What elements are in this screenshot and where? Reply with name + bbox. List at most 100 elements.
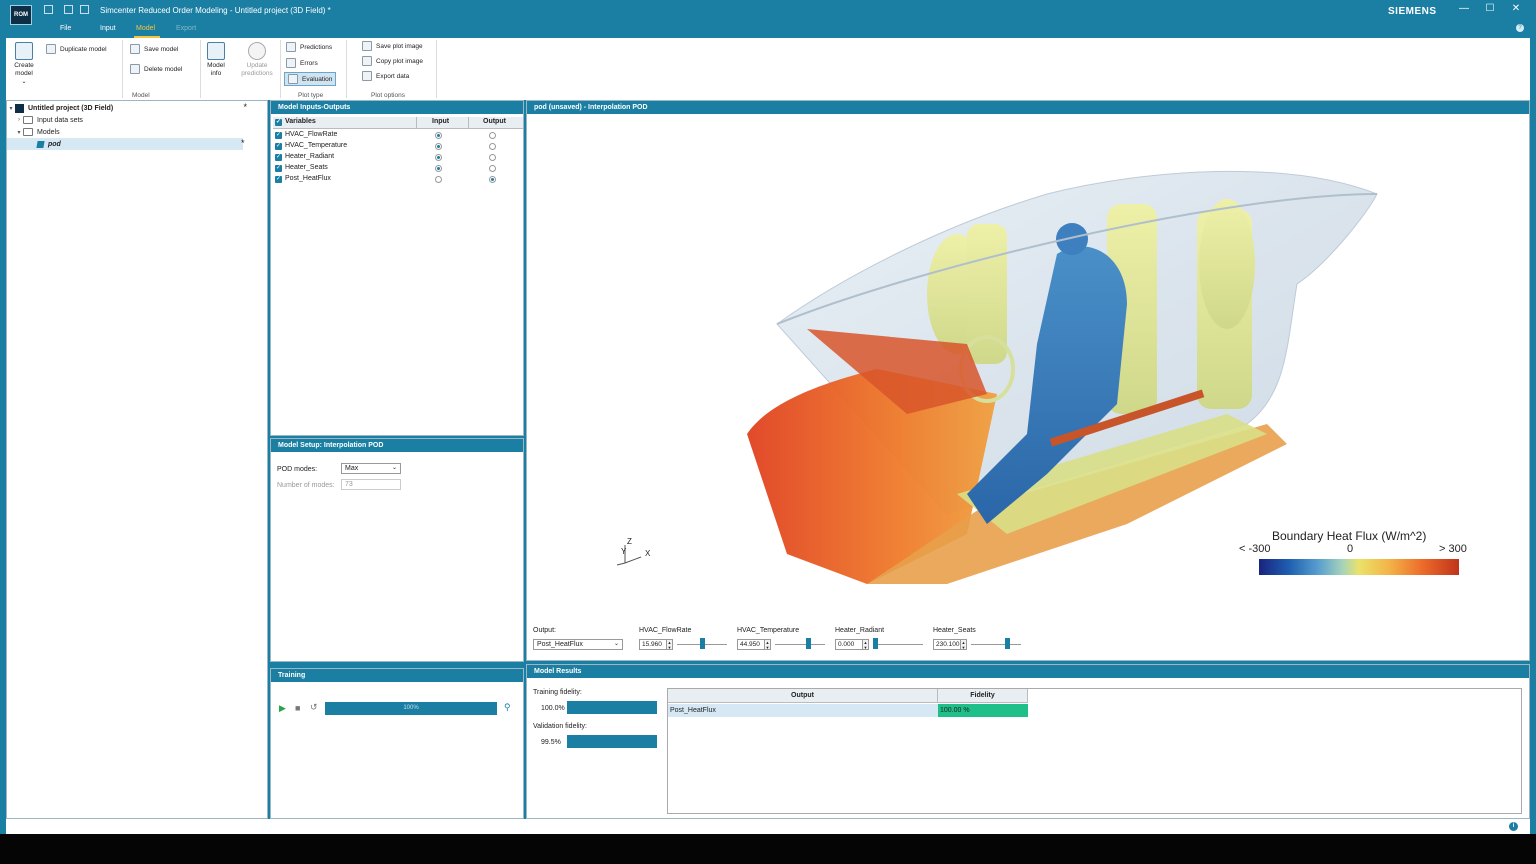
input-radio[interactable] [435, 176, 442, 183]
io-panel-header: Model Inputs-Outputs [271, 101, 523, 114]
tree-item-models[interactable]: ▾ Models [7, 126, 267, 138]
errors-button[interactable]: Errors [286, 58, 318, 68]
status-bar: i [6, 819, 1530, 834]
menu-export[interactable]: Export [176, 25, 196, 32]
hvac-temperature-input[interactable]: 44.950 [737, 639, 767, 650]
menu-model[interactable]: Model [136, 25, 155, 32]
pod-modes-select[interactable]: Max ⌄ [341, 463, 401, 474]
ribbon: Create model ⌄ Duplicate model Save mode… [6, 38, 1530, 100]
input-radio[interactable] [435, 143, 442, 150]
ribbon-separator [122, 40, 123, 98]
hvac-temperature-track [775, 644, 825, 645]
menu-file[interactable]: File [60, 25, 71, 32]
col-fidelity-header: Fidelity [938, 689, 1028, 703]
result-fidelity-cell[interactable]: 100.00 % [938, 704, 1028, 717]
table-row[interactable]: ✓ Heater_Radiant [273, 152, 523, 163]
input-radio[interactable] [435, 154, 442, 161]
hvac-temperature-slider[interactable] [805, 638, 811, 649]
expand-icon[interactable]: › [15, 117, 23, 123]
stop-icon[interactable]: ■ [295, 703, 300, 713]
duplicate-model-button[interactable]: Duplicate model [46, 44, 107, 54]
export-data-button[interactable]: Export data [362, 71, 409, 81]
output-radio[interactable] [489, 165, 496, 172]
heater-radiant-input[interactable]: 0.000 [835, 639, 865, 650]
table-row[interactable]: ✓ HVAC_Temperature [273, 141, 523, 152]
output-radio[interactable] [489, 154, 496, 161]
legend-min: < -300 [1239, 543, 1271, 555]
save-plot-image-button[interactable]: Save plot image [362, 41, 423, 51]
variable-checkbox[interactable]: ✓ [275, 176, 282, 183]
select-all-checkbox[interactable]: ✓ [275, 119, 282, 126]
info-icon[interactable]: i [1509, 822, 1518, 831]
output-select[interactable]: Post_HeatFlux ⌄ [533, 639, 623, 650]
evaluation-icon [288, 74, 298, 84]
trash-icon [130, 64, 140, 74]
heater-seats-spinner[interactable]: ▲ ▼ [960, 639, 967, 650]
export-data-label: Export data [376, 72, 410, 80]
hvac-flowrate-spinner[interactable]: ▲ ▼ [666, 639, 673, 650]
delete-model-button[interactable]: Delete model [130, 64, 182, 74]
variable-name: Heater_Radiant [285, 153, 335, 160]
hvac-flowrate-input[interactable]: 15.960 [639, 639, 669, 650]
window-title: Simcenter Reduced Order Modeling - Untit… [100, 6, 331, 15]
collapse-icon[interactable]: ▾ [15, 129, 23, 136]
copy-plot-image-button[interactable]: Copy plot image [362, 56, 423, 66]
reset-icon[interactable]: ↺ [310, 702, 318, 713]
plot-type-group-label: Plot type [298, 92, 324, 99]
create-model-button[interactable]: Create model ⌄ [10, 42, 38, 86]
play-icon[interactable]: ▶ [279, 703, 286, 714]
heater-radiant-slider[interactable] [873, 638, 878, 649]
num-modes-value: 73 [345, 481, 353, 488]
input-radio[interactable] [435, 132, 442, 139]
folder-icon [23, 128, 33, 136]
variable-checkbox[interactable]: ✓ [275, 154, 282, 161]
maximize-button[interactable]: ☐ [1484, 3, 1496, 15]
copy-icon [362, 56, 372, 66]
table-row[interactable]: ✓ Heater_Seats [273, 163, 523, 174]
heater-radiant-spinner[interactable]: ▲ ▼ [862, 639, 869, 650]
collapse-icon[interactable]: ▾ [7, 105, 15, 112]
input-radio[interactable] [435, 165, 442, 172]
create-model-dropdown-icon[interactable]: ⌄ [10, 78, 38, 86]
table-row[interactable]: ✓ HVAC_FlowRate [273, 130, 523, 141]
tree-item-project[interactable]: ▾ Untitled project (3D Field) * [7, 102, 267, 114]
output-radio[interactable] [489, 176, 496, 183]
duplicate-model-label: Duplicate model [60, 45, 107, 53]
variable-checkbox[interactable]: ✓ [275, 132, 282, 139]
app-logo: ROM [10, 5, 32, 25]
legend-mid: 0 [1347, 543, 1354, 555]
model-info-button[interactable]: Model info [204, 42, 228, 78]
hvac-flowrate-slider[interactable] [699, 638, 705, 649]
tree-item-pod[interactable]: pod [7, 138, 243, 150]
result-output-cell[interactable]: Post_HeatFlux [668, 704, 938, 717]
tree-item-input-data-sets[interactable]: › Input data sets [7, 114, 267, 126]
open-folder-icon[interactable] [64, 5, 73, 14]
table-row[interactable]: ✓ Post_HeatFlux [273, 174, 523, 185]
folder-icon [23, 116, 33, 124]
help-icon[interactable]: ? [1516, 24, 1524, 32]
variable-checkbox[interactable]: ✓ [275, 143, 282, 150]
new-file-icon[interactable] [44, 5, 53, 14]
modified-marker: * [243, 102, 247, 112]
save-icon[interactable] [80, 5, 89, 14]
ribbon-separator [200, 40, 201, 98]
copy-plot-image-label: Copy plot image [376, 57, 423, 65]
num-modes-input[interactable]: 73 [341, 479, 401, 490]
predictions-button[interactable]: Predictions [286, 42, 332, 52]
heater-seats-input[interactable]: 230.100 [933, 639, 963, 650]
col-output-header: Output [668, 689, 938, 703]
training-log-icon[interactable]: ⚲ [504, 702, 511, 713]
menu-input[interactable]: Input [100, 25, 116, 32]
title-bar: ROM Simcenter Reduced Order Modeling - U… [0, 0, 1536, 25]
update-predictions-button[interactable]: Update predictions [238, 42, 276, 78]
minimize-button[interactable]: — [1458, 3, 1470, 15]
output-radio[interactable] [489, 143, 496, 150]
save-model-button[interactable]: Save model [130, 44, 178, 54]
close-button[interactable]: ✕ [1510, 3, 1522, 15]
evaluation-button[interactable]: Evaluation [284, 72, 337, 86]
hvac-temperature-spinner[interactable]: ▲ ▼ [764, 639, 771, 650]
variable-checkbox[interactable]: ✓ [275, 165, 282, 172]
heater-seats-slider[interactable] [1004, 638, 1010, 649]
output-radio[interactable] [489, 132, 496, 139]
training-panel-header: Training [271, 669, 523, 682]
